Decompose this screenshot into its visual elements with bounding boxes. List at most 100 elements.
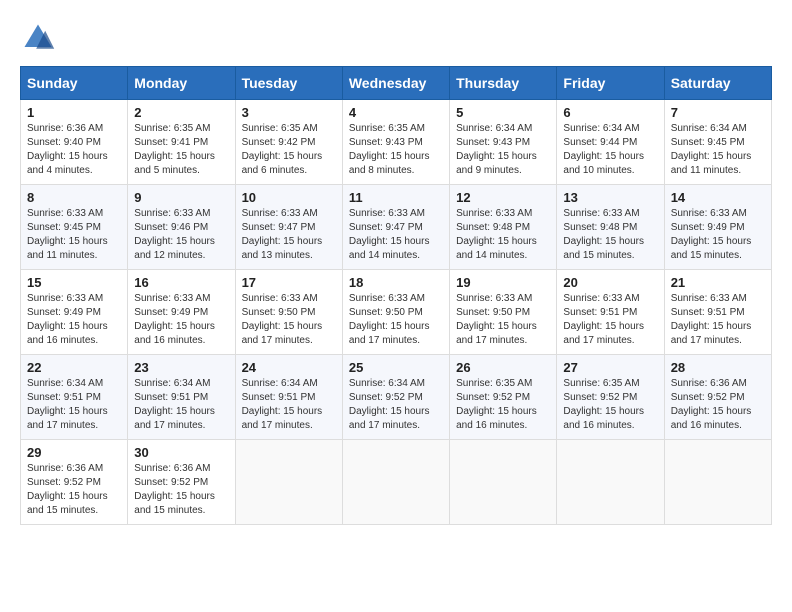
day-info: Sunrise: 6:33 AM Sunset: 9:48 PM Dayligh… <box>456 207 550 263</box>
day-info: Sunrise: 6:33 AM Sunset: 9:47 PM Dayligh… <box>242 207 336 263</box>
calendar-cell: 20 Sunrise: 6:33 AM Sunset: 9:51 PM Dayli… <box>557 270 664 355</box>
day-info: Sunrise: 6:36 AM Sunset: 9:40 PM Dayligh… <box>27 122 121 178</box>
column-header-saturday: Saturday <box>664 67 771 100</box>
calendar-cell: 22Sunrise: 6:34 AM Sunset: 9:51 PM Dayli… <box>21 355 128 440</box>
day-number: 21 <box>671 275 765 290</box>
calendar-cell: 3 Sunrise: 6:35 AM Sunset: 9:42 PM Daylig… <box>235 100 342 185</box>
day-number: 19 <box>456 275 550 290</box>
day-info: Sunrise: 6:33 AM Sunset: 9:46 PM Dayligh… <box>134 207 228 263</box>
calendar-cell: 8 Sunrise: 6:33 AM Sunset: 9:45 PM Daylig… <box>21 185 128 270</box>
day-number: 1 <box>27 105 121 120</box>
day-info: Sunrise: 6:36 AM Sunset: 9:52 PM Dayligh… <box>671 377 765 433</box>
calendar-cell: 13 Sunrise: 6:33 AM Sunset: 9:48 PM Dayli… <box>557 185 664 270</box>
day-info: Sunrise: 6:34 AM Sunset: 9:52 PM Dayligh… <box>349 377 443 433</box>
day-number: 28 <box>671 360 765 375</box>
calendar-cell: 10 Sunrise: 6:33 AM Sunset: 9:47 PM Dayli… <box>235 185 342 270</box>
logo-icon <box>20 20 56 56</box>
calendar-cell: 16 Sunrise: 6:33 AM Sunset: 9:49 PM Dayli… <box>128 270 235 355</box>
page-header <box>20 20 772 56</box>
day-number: 17 <box>242 275 336 290</box>
day-number: 9 <box>134 190 228 205</box>
day-info: Sunrise: 6:35 AM Sunset: 9:52 PM Dayligh… <box>456 377 550 433</box>
calendar-cell: 4 Sunrise: 6:35 AM Sunset: 9:43 PM Daylig… <box>342 100 449 185</box>
day-info: Sunrise: 6:33 AM Sunset: 9:45 PM Dayligh… <box>27 207 121 263</box>
day-info: Sunrise: 6:33 AM Sunset: 9:49 PM Dayligh… <box>134 292 228 348</box>
day-info: Sunrise: 6:33 AM Sunset: 9:50 PM Dayligh… <box>349 292 443 348</box>
calendar-cell: 18 Sunrise: 6:33 AM Sunset: 9:50 PM Dayli… <box>342 270 449 355</box>
calendar-cell: 24 Sunrise: 6:34 AM Sunset: 9:51 PM Dayli… <box>235 355 342 440</box>
day-number: 16 <box>134 275 228 290</box>
calendar-cell: 26 Sunrise: 6:35 AM Sunset: 9:52 PM Dayli… <box>450 355 557 440</box>
day-number: 15 <box>27 275 121 290</box>
day-number: 5 <box>456 105 550 120</box>
calendar-cell: 7Sunrise: 6:34 AM Sunset: 9:45 PM Daylig… <box>664 100 771 185</box>
day-number: 20 <box>563 275 657 290</box>
calendar-cell: 17 Sunrise: 6:33 AM Sunset: 9:50 PM Dayli… <box>235 270 342 355</box>
day-info: Sunrise: 6:34 AM Sunset: 9:51 PM Dayligh… <box>134 377 228 433</box>
calendar-cell: 25 Sunrise: 6:34 AM Sunset: 9:52 PM Dayli… <box>342 355 449 440</box>
week-row-4: 22Sunrise: 6:34 AM Sunset: 9:51 PM Dayli… <box>21 355 772 440</box>
calendar-cell <box>450 440 557 525</box>
calendar-cell <box>557 440 664 525</box>
calendar-table: SundayMondayTuesdayWednesdayThursdayFrid… <box>20 66 772 525</box>
day-number: 18 <box>349 275 443 290</box>
day-info: Sunrise: 6:35 AM Sunset: 9:41 PM Dayligh… <box>134 122 228 178</box>
column-header-monday: Monday <box>128 67 235 100</box>
day-info: Sunrise: 6:33 AM Sunset: 9:49 PM Dayligh… <box>27 292 121 348</box>
day-number: 4 <box>349 105 443 120</box>
day-number: 14 <box>671 190 765 205</box>
calendar-cell: 21 Sunrise: 6:33 AM Sunset: 9:51 PM Dayli… <box>664 270 771 355</box>
day-info: Sunrise: 6:34 AM Sunset: 9:51 PM Dayligh… <box>242 377 336 433</box>
day-number: 12 <box>456 190 550 205</box>
calendar-cell: 11 Sunrise: 6:33 AM Sunset: 9:47 PM Dayli… <box>342 185 449 270</box>
calendar-cell: 5 Sunrise: 6:34 AM Sunset: 9:43 PM Daylig… <box>450 100 557 185</box>
calendar-cell: 19 Sunrise: 6:33 AM Sunset: 9:50 PM Dayli… <box>450 270 557 355</box>
column-header-sunday: Sunday <box>21 67 128 100</box>
day-info: Sunrise: 6:33 AM Sunset: 9:47 PM Dayligh… <box>349 207 443 263</box>
day-number: 6 <box>563 105 657 120</box>
calendar-cell: 2 Sunrise: 6:35 AM Sunset: 9:41 PM Daylig… <box>128 100 235 185</box>
day-info: Sunrise: 6:33 AM Sunset: 9:49 PM Dayligh… <box>671 207 765 263</box>
calendar-cell <box>235 440 342 525</box>
day-info: Sunrise: 6:33 AM Sunset: 9:51 PM Dayligh… <box>671 292 765 348</box>
day-number: 11 <box>349 190 443 205</box>
calendar-cell: 12 Sunrise: 6:33 AM Sunset: 9:48 PM Dayli… <box>450 185 557 270</box>
day-number: 2 <box>134 105 228 120</box>
day-number: 25 <box>349 360 443 375</box>
week-row-1: 1 Sunrise: 6:36 AM Sunset: 9:40 PM Daylig… <box>21 100 772 185</box>
day-info: Sunrise: 6:33 AM Sunset: 9:51 PM Dayligh… <box>563 292 657 348</box>
calendar-cell <box>664 440 771 525</box>
day-number: 3 <box>242 105 336 120</box>
day-info: Sunrise: 6:36 AM Sunset: 9:52 PM Dayligh… <box>27 462 121 518</box>
calendar-cell: 6Sunrise: 6:34 AM Sunset: 9:44 PM Daylig… <box>557 100 664 185</box>
calendar-cell: 23 Sunrise: 6:34 AM Sunset: 9:51 PM Dayli… <box>128 355 235 440</box>
column-header-thursday: Thursday <box>450 67 557 100</box>
day-number: 24 <box>242 360 336 375</box>
calendar-cell: 9 Sunrise: 6:33 AM Sunset: 9:46 PM Daylig… <box>128 185 235 270</box>
day-info: Sunrise: 6:35 AM Sunset: 9:52 PM Dayligh… <box>563 377 657 433</box>
calendar-cell: 27Sunrise: 6:35 AM Sunset: 9:52 PM Dayli… <box>557 355 664 440</box>
day-info: Sunrise: 6:36 AM Sunset: 9:52 PM Dayligh… <box>134 462 228 518</box>
day-info: Sunrise: 6:34 AM Sunset: 9:43 PM Dayligh… <box>456 122 550 178</box>
day-info: Sunrise: 6:35 AM Sunset: 9:43 PM Dayligh… <box>349 122 443 178</box>
day-number: 10 <box>242 190 336 205</box>
header-row: SundayMondayTuesdayWednesdayThursdayFrid… <box>21 67 772 100</box>
calendar-cell: 30 Sunrise: 6:36 AM Sunset: 9:52 PM Dayli… <box>128 440 235 525</box>
day-info: Sunrise: 6:33 AM Sunset: 9:50 PM Dayligh… <box>456 292 550 348</box>
day-number: 7 <box>671 105 765 120</box>
calendar-cell: 15 Sunrise: 6:33 AM Sunset: 9:49 PM Dayli… <box>21 270 128 355</box>
day-number: 23 <box>134 360 228 375</box>
column-header-wednesday: Wednesday <box>342 67 449 100</box>
day-number: 29 <box>27 445 121 460</box>
column-header-tuesday: Tuesday <box>235 67 342 100</box>
week-row-5: 29 Sunrise: 6:36 AM Sunset: 9:52 PM Dayli… <box>21 440 772 525</box>
day-info: Sunrise: 6:33 AM Sunset: 9:50 PM Dayligh… <box>242 292 336 348</box>
day-info: Sunrise: 6:35 AM Sunset: 9:42 PM Dayligh… <box>242 122 336 178</box>
day-number: 13 <box>563 190 657 205</box>
day-number: 8 <box>27 190 121 205</box>
week-row-2: 8 Sunrise: 6:33 AM Sunset: 9:45 PM Daylig… <box>21 185 772 270</box>
column-header-friday: Friday <box>557 67 664 100</box>
day-number: 26 <box>456 360 550 375</box>
day-info: Sunrise: 6:33 AM Sunset: 9:48 PM Dayligh… <box>563 207 657 263</box>
day-number: 30 <box>134 445 228 460</box>
